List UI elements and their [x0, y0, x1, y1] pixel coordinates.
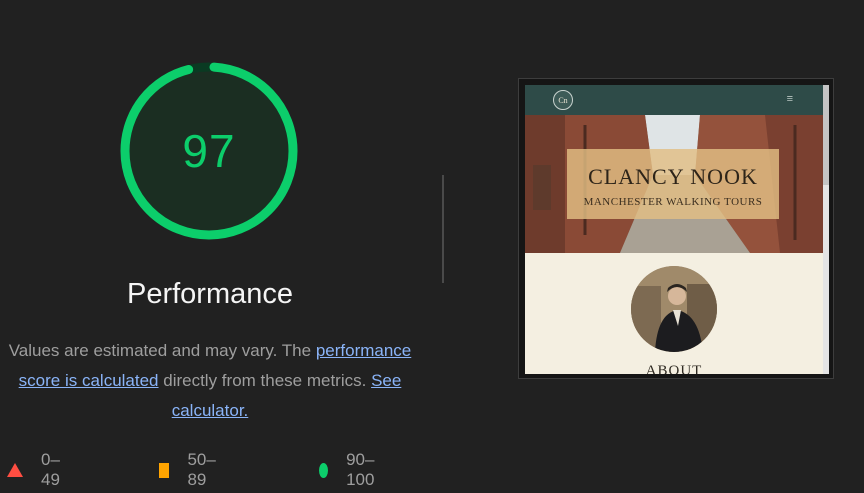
- circle-icon: [319, 462, 329, 478]
- portrait-image: [631, 266, 717, 352]
- legend-range-pass: 90–100: [346, 450, 375, 489]
- legend-range-average: 50–89: [187, 450, 216, 489]
- legend-item-fail: 0–49: [7, 450, 60, 490]
- portrait-photo: [631, 266, 717, 352]
- hamburger-icon: ≡: [786, 93, 793, 105]
- description-text-1: Values are estimated and may vary. The: [8, 341, 316, 360]
- legend-item-average: 50–89: [159, 450, 220, 490]
- vertical-divider: [442, 175, 444, 283]
- legend-item-pass: 90–100: [319, 450, 380, 490]
- category-title: Performance: [126, 278, 293, 310]
- lighthouse-report: 97 Performance Values are estimated and …: [0, 0, 864, 493]
- screenshot-scrollbar[interactable]: [823, 85, 829, 374]
- final-screenshot[interactable]: Cn ≡ CLANCY NOOK MANCHESTER WALKING TOUR…: [525, 85, 829, 374]
- triangle-icon: [7, 463, 23, 477]
- hero-subtitle: MANCHESTER WALKING TOURS: [583, 196, 763, 208]
- about-heading: ABOUT: [645, 363, 703, 374]
- description-text-2: directly from these metrics.: [158, 371, 372, 390]
- hero-title: CLANCY NOOK: [588, 164, 758, 189]
- scrollbar-thumb[interactable]: [823, 85, 829, 185]
- legend-range-fail: 0–49: [41, 450, 60, 489]
- hero-banner: CLANCY NOOK MANCHESTER WALKING TOURS: [525, 115, 823, 253]
- hero-title-box: CLANCY NOOK MANCHESTER WALKING TOURS: [567, 149, 779, 219]
- performance-gauge[interactable]: 97: [116, 58, 302, 244]
- square-icon: [159, 462, 170, 478]
- site-navbar: Cn ≡: [525, 85, 829, 115]
- score-description: Values are estimated and may vary. The p…: [0, 336, 420, 426]
- site-logo: Cn: [553, 90, 573, 110]
- performance-score: 97: [182, 125, 236, 177]
